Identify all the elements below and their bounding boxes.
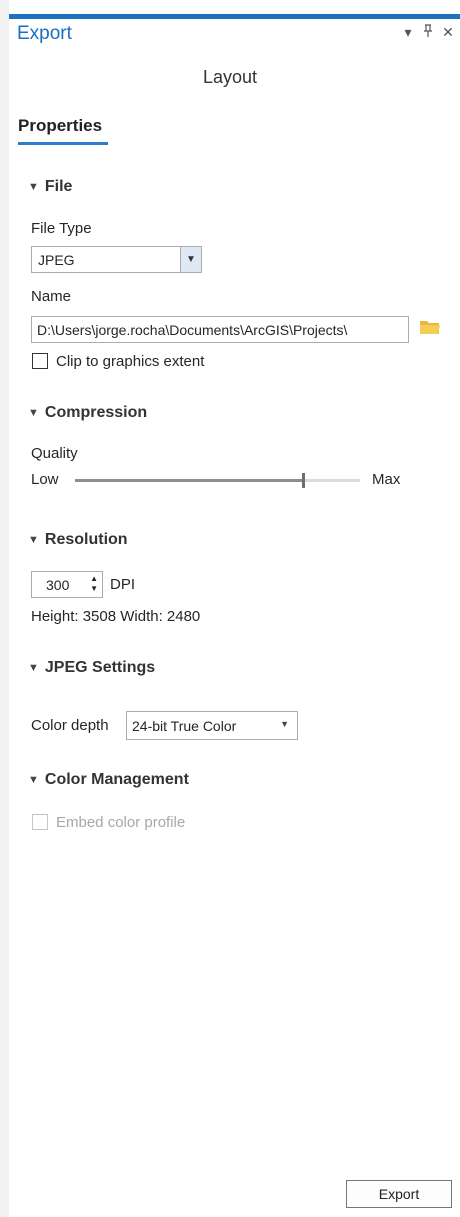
export-button[interactable]: Export xyxy=(346,1180,452,1208)
chevron-down-icon[interactable]: ▾ xyxy=(402,24,414,41)
chevron-down-icon: ▼ xyxy=(28,774,39,786)
pane-accent-bar xyxy=(9,14,460,19)
export-target-title: Layout xyxy=(202,67,258,87)
file-type-value: JPEG xyxy=(38,252,75,268)
color-depth-value: 24-bit True Color xyxy=(132,718,237,734)
tab-properties[interactable]: Properties xyxy=(18,116,102,136)
chevron-down-icon: ▼ xyxy=(28,662,39,674)
pane-left-edge xyxy=(0,0,9,1217)
section-resolution-header[interactable]: ▼ Resolution xyxy=(28,531,128,549)
output-dimensions: Height: 3508 Width: 2480 xyxy=(31,608,201,625)
chevron-down-icon: ▼ xyxy=(28,181,39,193)
name-label: Name xyxy=(31,288,72,305)
section-jpeg-settings-title: JPEG Settings xyxy=(44,659,156,676)
embed-color-profile-label: Embed color profile xyxy=(56,814,186,831)
pane-controls: ▾ ✕ xyxy=(402,24,454,41)
chevron-down-icon[interactable]: ▼ xyxy=(180,247,201,272)
quality-slider-rest xyxy=(303,479,360,482)
tab-active-indicator xyxy=(18,142,108,145)
quality-low-label: Low xyxy=(31,471,59,488)
chevron-down-icon: ▼ xyxy=(28,534,39,546)
quality-max-label: Max xyxy=(372,471,401,488)
section-resolution-title: Resolution xyxy=(44,531,128,548)
folder-icon[interactable] xyxy=(419,318,441,336)
dpi-unit-label: DPI xyxy=(110,576,136,593)
spinner-arrows-icon[interactable]: ▲ ▼ xyxy=(90,574,98,594)
file-type-select[interactable]: JPEG ▼ xyxy=(31,246,202,273)
chevron-down-icon: ▼ xyxy=(28,407,39,419)
section-compression-title: Compression xyxy=(44,404,148,421)
quality-slider-thumb[interactable] xyxy=(302,473,305,488)
export-pane: Export ▾ ✕ Layout Properties ▼ File File… xyxy=(0,0,460,1217)
color-depth-label: Color depth xyxy=(31,717,109,734)
clip-to-graphics-label: Clip to graphics extent xyxy=(56,353,205,370)
file-type-label: File Type xyxy=(31,220,92,237)
quality-slider-fill xyxy=(75,479,303,482)
quality-label: Quality xyxy=(31,445,78,462)
dpi-spinner[interactable]: 300 ▲ ▼ xyxy=(31,571,103,598)
section-color-management-header[interactable]: ▼ Color Management xyxy=(28,771,189,789)
color-depth-select[interactable]: 24-bit True Color ▼ xyxy=(126,711,298,740)
embed-color-profile-checkbox xyxy=(32,814,48,830)
dpi-value: 300 xyxy=(46,577,70,593)
pane-title: Export xyxy=(17,23,72,44)
section-compression-header[interactable]: ▼ Compression xyxy=(28,404,147,422)
quality-slider[interactable] xyxy=(75,473,360,488)
file-name-input[interactable]: D:\Users\jorge.rocha\Documents\ArcGIS\Pr… xyxy=(31,316,409,343)
section-color-management-title: Color Management xyxy=(44,771,189,788)
section-jpeg-settings-header[interactable]: ▼ JPEG Settings xyxy=(28,659,155,677)
chevron-down-icon[interactable]: ▼ xyxy=(280,719,289,729)
close-icon[interactable]: ✕ xyxy=(442,24,454,41)
clip-to-graphics-checkbox[interactable] xyxy=(32,353,48,369)
file-name-value: D:\Users\jorge.rocha\Documents\ArcGIS\Pr… xyxy=(37,322,348,338)
section-file-header[interactable]: ▼ File xyxy=(28,178,72,196)
pin-icon[interactable] xyxy=(422,24,434,41)
section-file-title: File xyxy=(44,178,73,195)
